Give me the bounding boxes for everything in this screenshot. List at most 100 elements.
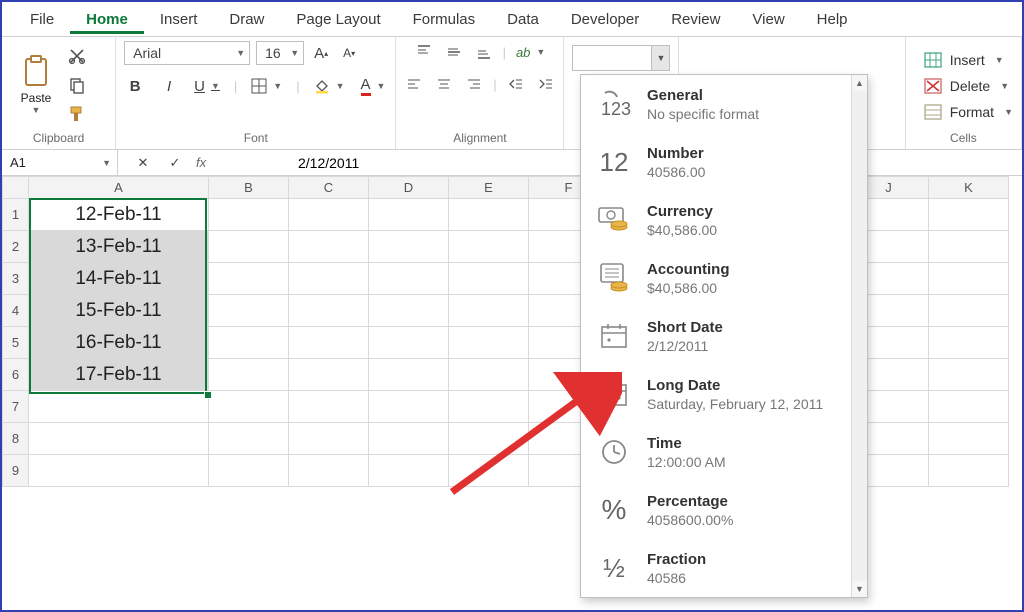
name-box[interactable]: A1 ▼	[2, 150, 118, 175]
format-painter-button[interactable]	[66, 103, 88, 124]
fill-color-button[interactable]: ▼	[312, 75, 347, 97]
scroll-down-button[interactable]: ▼	[852, 581, 867, 597]
format-option-percentage[interactable]: % Percentage 4058600.00%	[581, 481, 849, 539]
cell-B7[interactable]	[209, 391, 289, 423]
underline-button[interactable]: U▼	[192, 75, 222, 97]
col-header-E[interactable]: E	[449, 177, 529, 199]
col-header-C[interactable]: C	[289, 177, 369, 199]
bold-button[interactable]: B	[124, 75, 146, 97]
format-option-currency[interactable]: Currency $40,586.00	[581, 191, 849, 249]
cell-E9[interactable]	[449, 455, 529, 487]
cell-C1[interactable]	[289, 199, 369, 231]
cell-E5[interactable]	[449, 327, 529, 359]
cell-A7[interactable]	[29, 391, 209, 423]
align-right-button[interactable]	[463, 73, 485, 95]
cell-E2[interactable]	[449, 231, 529, 263]
row-header[interactable]: 8	[3, 423, 29, 455]
cell-A2[interactable]: 13-Feb-11	[29, 231, 209, 263]
number-format-dropdown-button[interactable]: ▼	[651, 46, 669, 70]
cell-K8[interactable]	[929, 423, 1009, 455]
cell-K9[interactable]	[929, 455, 1009, 487]
align-bottom-button[interactable]	[473, 41, 495, 63]
cell-E7[interactable]	[449, 391, 529, 423]
cell-A4[interactable]: 15-Feb-11	[29, 295, 209, 327]
borders-button[interactable]: ▼	[249, 75, 284, 97]
orientation-button[interactable]: ab▼	[514, 41, 547, 63]
cell-B2[interactable]	[209, 231, 289, 263]
tab-file[interactable]: File	[14, 5, 70, 34]
tab-data[interactable]: Data	[491, 5, 555, 34]
tab-home[interactable]: Home	[70, 5, 144, 34]
increase-font-button[interactable]: A▴	[310, 42, 332, 64]
cell-K6[interactable]	[929, 359, 1009, 391]
col-header-B[interactable]: B	[209, 177, 289, 199]
tab-review[interactable]: Review	[655, 5, 736, 34]
cells-format-button[interactable]: Format ▼	[924, 104, 1013, 120]
copy-button[interactable]	[66, 75, 88, 96]
format-option-fraction[interactable]: ½ Fraction 40586	[581, 539, 849, 597]
cell-D6[interactable]	[369, 359, 449, 391]
cell-C9[interactable]	[289, 455, 369, 487]
cell-D2[interactable]	[369, 231, 449, 263]
cell-E8[interactable]	[449, 423, 529, 455]
tab-view[interactable]: View	[736, 5, 800, 34]
align-left-button[interactable]	[403, 73, 425, 95]
cell-D9[interactable]	[369, 455, 449, 487]
format-option-long-date[interactable]: Long Date Saturday, February 12, 2011	[581, 365, 849, 423]
cell-A5[interactable]: 16-Feb-11	[29, 327, 209, 359]
cell-A6[interactable]: 17-Feb-11	[29, 359, 209, 391]
format-option-short-date[interactable]: Short Date 2/12/2011	[581, 307, 849, 365]
cancel-formula-button[interactable]: ✕	[132, 152, 154, 174]
align-center-button[interactable]	[433, 73, 455, 95]
tab-insert[interactable]: Insert	[144, 5, 214, 34]
col-header-K[interactable]: K	[929, 177, 1009, 199]
cell-K1[interactable]	[929, 199, 1009, 231]
font-color-button[interactable]: A ▼	[359, 75, 388, 97]
col-header-A[interactable]: A	[29, 177, 209, 199]
row-header[interactable]: 1	[3, 199, 29, 231]
tab-draw[interactable]: Draw	[213, 5, 280, 34]
tab-developer[interactable]: Developer	[555, 5, 655, 34]
cell-C3[interactable]	[289, 263, 369, 295]
format-option-number[interactable]: 12 Number 40586.00	[581, 133, 849, 191]
font-name-select[interactable]: Arial ▼	[124, 41, 250, 65]
accept-formula-button[interactable]: ✓	[164, 152, 186, 174]
cell-K2[interactable]	[929, 231, 1009, 263]
number-format-select[interactable]: ▼	[572, 45, 670, 71]
cell-A9[interactable]	[29, 455, 209, 487]
scroll-up-button[interactable]: ▲	[852, 75, 867, 91]
cell-C7[interactable]	[289, 391, 369, 423]
row-header[interactable]: 4	[3, 295, 29, 327]
cell-B8[interactable]	[209, 423, 289, 455]
col-header-D[interactable]: D	[369, 177, 449, 199]
cell-D7[interactable]	[369, 391, 449, 423]
cell-B9[interactable]	[209, 455, 289, 487]
row-header[interactable]: 7	[3, 391, 29, 423]
cell-E6[interactable]	[449, 359, 529, 391]
decrease-font-button[interactable]: A▾	[338, 42, 360, 64]
cell-D5[interactable]	[369, 327, 449, 359]
cell-K5[interactable]	[929, 327, 1009, 359]
cell-B6[interactable]	[209, 359, 289, 391]
cells-insert-button[interactable]: Insert ▼	[924, 52, 1013, 68]
align-top-button[interactable]	[413, 41, 435, 63]
cells-delete-button[interactable]: Delete ▼	[924, 78, 1013, 94]
cell-K4[interactable]	[929, 295, 1009, 327]
select-all-corner[interactable]	[3, 177, 29, 199]
row-header[interactable]: 3	[3, 263, 29, 295]
cut-button[interactable]	[66, 46, 88, 67]
cell-K3[interactable]	[929, 263, 1009, 295]
cell-D3[interactable]	[369, 263, 449, 295]
cell-D4[interactable]	[369, 295, 449, 327]
cell-E3[interactable]	[449, 263, 529, 295]
increase-indent-button[interactable]	[535, 73, 557, 95]
align-middle-button[interactable]	[443, 41, 465, 63]
row-header[interactable]: 2	[3, 231, 29, 263]
cell-A3[interactable]: 14-Feb-11	[29, 263, 209, 295]
dropdown-scrollbar[interactable]: ▲ ▼	[851, 75, 867, 597]
decrease-indent-button[interactable]	[505, 73, 527, 95]
tab-page-layout[interactable]: Page Layout	[280, 5, 396, 34]
cell-C8[interactable]	[289, 423, 369, 455]
cell-E4[interactable]	[449, 295, 529, 327]
font-size-select[interactable]: 16 ▼	[256, 41, 304, 65]
